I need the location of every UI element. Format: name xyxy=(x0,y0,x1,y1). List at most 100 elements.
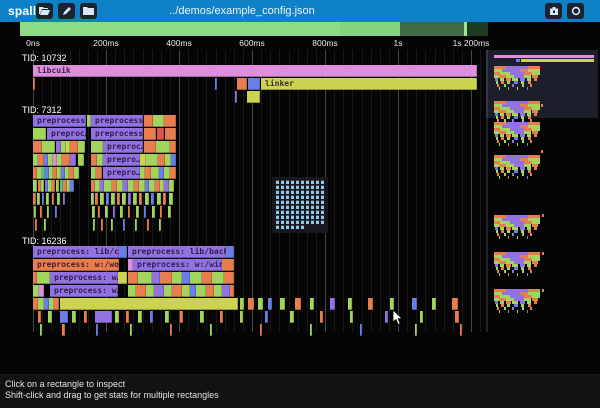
flame-bar[interactable] xyxy=(34,206,36,218)
minimap-flame-cluster[interactable] xyxy=(507,304,510,307)
flame-bar[interactable] xyxy=(222,285,230,297)
minimap-flame-cluster[interactable] xyxy=(517,143,518,146)
activity-overview-segment[interactable] xyxy=(400,22,464,36)
tiny-rect[interactable] xyxy=(301,196,304,199)
flame-bar[interactable] xyxy=(105,206,108,218)
tiny-rect[interactable] xyxy=(281,191,284,194)
flame-bar[interactable] xyxy=(144,206,146,218)
minimap-flame-cluster[interactable] xyxy=(512,307,514,310)
flame-bar[interactable]: preproc… xyxy=(47,128,86,140)
flame-bar[interactable]: preprocess: lib/back/mi… xyxy=(128,246,226,258)
minimap-flame-cluster[interactable] xyxy=(522,233,524,236)
minimap-flame-cluster[interactable] xyxy=(508,143,509,146)
flame-bar[interactable] xyxy=(151,193,154,205)
flame-bar[interactable]: preprocess:… xyxy=(91,115,143,127)
tiny-rect[interactable] xyxy=(301,216,304,219)
tiny-rect[interactable] xyxy=(281,206,284,209)
flame-bar[interactable] xyxy=(268,298,272,310)
flame-bar[interactable] xyxy=(57,193,60,205)
minimap-flame-cluster[interactable] xyxy=(499,143,500,146)
minimap-flame-cluster[interactable] xyxy=(522,307,524,310)
flame-bar[interactable] xyxy=(123,219,125,231)
activity-overview-segment[interactable] xyxy=(20,22,340,36)
tiny-rect[interactable] xyxy=(296,206,299,209)
flame-bar[interactable] xyxy=(42,193,44,205)
minimap-flame-cluster[interactable] xyxy=(527,236,528,239)
flame-bar[interactable] xyxy=(62,154,70,166)
tiny-rect[interactable] xyxy=(316,206,319,209)
tiny-rect[interactable] xyxy=(301,211,304,214)
tiny-rect[interactable] xyxy=(321,191,324,194)
flame-bar[interactable] xyxy=(95,193,98,205)
flame-bar[interactable] xyxy=(390,298,394,310)
flame-bar[interactable] xyxy=(146,285,154,297)
tiny-rect[interactable] xyxy=(301,226,304,229)
minimap-flame-cluster[interactable] xyxy=(504,84,506,87)
minimap-flame-cluster[interactable] xyxy=(530,270,532,273)
tiny-rect[interactable] xyxy=(306,206,309,209)
minimap-flame-cluster[interactable] xyxy=(512,233,514,236)
flame-bar[interactable] xyxy=(170,324,172,336)
flame-bar[interactable] xyxy=(144,115,153,127)
flame-bar[interactable] xyxy=(60,311,68,323)
minimap-flame-cluster[interactable] xyxy=(507,170,510,173)
tiny-rect[interactable] xyxy=(286,206,289,209)
minimap-flame-cluster[interactable] xyxy=(527,143,528,146)
flame-bar[interactable] xyxy=(38,311,41,323)
flame-bar[interactable] xyxy=(385,311,388,323)
minimap-flame-cluster[interactable] xyxy=(522,173,524,176)
minimap-flame-cluster[interactable] xyxy=(499,273,500,276)
flame-bar[interactable] xyxy=(78,141,85,153)
minimap-flame-cluster[interactable] xyxy=(512,173,514,176)
tiny-rect[interactable] xyxy=(311,206,314,209)
flame-bar[interactable] xyxy=(164,285,172,297)
tiny-rect[interactable] xyxy=(321,216,324,219)
header-button-camera[interactable] xyxy=(545,3,562,19)
flame-bar[interactable] xyxy=(33,193,36,205)
flame-bar[interactable] xyxy=(106,193,109,205)
flame-bar[interactable] xyxy=(170,141,176,153)
flame-bar[interactable] xyxy=(310,324,312,336)
flame-bar[interactable] xyxy=(265,311,268,323)
minimap-flame-cluster[interactable] xyxy=(534,134,537,137)
flame-bar[interactable] xyxy=(165,311,169,323)
flame-bar[interactable] xyxy=(153,115,164,127)
flame-bar[interactable] xyxy=(158,154,165,166)
header-button-open-folder[interactable] xyxy=(36,3,53,19)
tiny-rect[interactable] xyxy=(286,201,289,204)
flame-bar[interactable]: libcuik xyxy=(33,65,477,77)
minimap-flame-cluster[interactable] xyxy=(530,307,532,310)
minimap-flame-cluster[interactable] xyxy=(504,307,506,310)
flame-bar[interactable] xyxy=(62,324,65,336)
minimap-flame-cluster[interactable] xyxy=(514,170,518,173)
flame-bar[interactable] xyxy=(145,193,149,205)
flame-bar[interactable] xyxy=(48,311,52,323)
flame-bar[interactable] xyxy=(100,193,104,205)
tiny-rect[interactable] xyxy=(276,221,279,224)
flame-bar[interactable] xyxy=(164,115,176,127)
minimap-bar[interactable] xyxy=(516,59,520,62)
flame-bar[interactable] xyxy=(33,78,35,90)
flame-bar[interactable] xyxy=(138,272,152,284)
minimap-flame-cluster[interactable] xyxy=(522,270,524,273)
flame-bar[interactable] xyxy=(115,311,119,323)
flame-bar[interactable] xyxy=(41,180,44,192)
tiny-rect[interactable] xyxy=(306,181,309,184)
flame-bar[interactable] xyxy=(135,219,137,231)
tiny-rect[interactable] xyxy=(301,191,304,194)
flame-bar[interactable] xyxy=(248,298,254,310)
flame-bar[interactable] xyxy=(70,180,74,192)
flame-bar[interactable] xyxy=(70,154,76,166)
minimap-flame-cluster[interactable] xyxy=(527,176,528,179)
minimap-flame-cluster[interactable] xyxy=(507,267,510,270)
flame-bar[interactable] xyxy=(111,193,115,205)
flame-bar[interactable] xyxy=(119,246,127,258)
tiny-rect[interactable] xyxy=(321,196,324,199)
flame-bar[interactable] xyxy=(200,311,204,323)
tiny-rect[interactable] xyxy=(276,226,279,229)
tiny-rect[interactable] xyxy=(281,216,284,219)
flame-bar[interactable] xyxy=(348,298,352,310)
flame-bar[interactable] xyxy=(224,272,234,284)
flame-bar[interactable] xyxy=(169,180,174,192)
flame-bar[interactable] xyxy=(180,311,183,323)
